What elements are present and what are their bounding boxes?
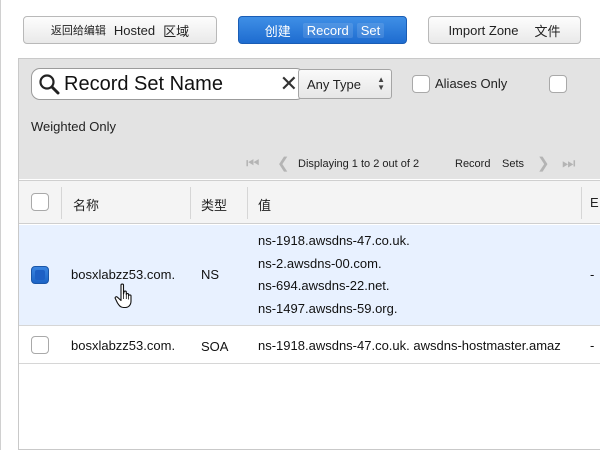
import-button-seg1: Import Zone — [448, 22, 519, 38]
back-button-seg2: Hosted — [113, 22, 156, 38]
create-record-set-button[interactable]: 创建 Record Set — [238, 16, 407, 44]
first-page-icon[interactable]: ⏮ — [246, 155, 260, 173]
pagination-status: Displaying 1 to 2 out of 2 — [298, 158, 420, 170]
pagination: ⏮ ❮ Displaying 1 to 2 out of 2 Record Se… — [19, 155, 600, 177]
last-page-icon[interactable]: ⏭ — [562, 155, 576, 173]
column-header-type[interactable]: 类型 — [201, 195, 227, 214]
table-row[interactable]: bosxlabzz53.com. SOA ns-1918.awsdns-47.c… — [19, 327, 600, 364]
aliases-only-label: Aliases Only — [435, 76, 508, 91]
column-header-name[interactable]: 名称 — [73, 195, 99, 214]
select-arrows-icon: ▲ ▼ — [377, 75, 385, 92]
record-value-line: ns-1918.awsdns-47.co.uk. — [258, 233, 410, 248]
record-value-line: ns-1918.awsdns-47.co.uk. awsdns-hostmast… — [258, 338, 561, 353]
import-button-seg2: 文件 — [534, 23, 561, 39]
pagination-sets-label: Sets — [502, 158, 525, 170]
row-checkbox[interactable] — [31, 336, 49, 354]
hand-cursor-icon — [114, 283, 132, 309]
record-type-select-value: Any Type — [307, 76, 361, 92]
record-type: SOA — [201, 339, 229, 354]
column-header-value[interactable]: 值 — [258, 195, 271, 214]
create-button-seg2: Record — [302, 22, 353, 38]
back-button-seg3: 区域 — [163, 23, 190, 39]
next-page-icon[interactable]: ❯ — [537, 155, 550, 173]
select-all-checkbox[interactable] — [31, 193, 49, 211]
record-type: NS — [201, 267, 220, 282]
record-value-line: ns-2.awsdns-00.com. — [258, 255, 382, 271]
clear-icon[interactable]: ✕ — [280, 72, 298, 96]
record-sets-panel: ✕ Any Type ▲▼ Aliases Only Weighted Only… — [18, 58, 600, 450]
search-icon — [39, 74, 60, 95]
record-value-line: ns-694.awsdns-22.net. — [258, 278, 390, 293]
create-button-seg1: 创建 — [264, 23, 291, 39]
column-divider — [247, 187, 248, 219]
record-type-select[interactable]: Any Type ▲ ▼ — [298, 69, 392, 99]
record-extra: - — [590, 338, 595, 353]
pagination-record-label: Record — [455, 158, 491, 170]
import-zone-file-button[interactable]: Import Zone 文件 — [428, 16, 581, 44]
record-value-line: ns-1497.awsdns-59.org. — [258, 300, 398, 316]
toolbar: 返回给编辑 Hosted 区域 创建 Record Set Import Zon… — [1, 0, 600, 56]
route53-record-sets-page: 返回给编辑 Hosted 区域 创建 Record Set Import Zon… — [0, 0, 600, 450]
record-name: bosxlabzz53.com. — [71, 267, 176, 282]
aliases-only-checkbox[interactable] — [412, 75, 430, 93]
create-button-seg3: Set — [356, 22, 385, 38]
record-extra: - — [590, 267, 595, 282]
record-name: bosxlabzz53.com. — [71, 338, 176, 353]
column-divider — [61, 187, 62, 219]
weighted-only-label: Weighted Only — [31, 119, 117, 134]
filter-area: ✕ Any Type ▲▼ Aliases Only Weighted Only… — [19, 59, 600, 179]
column-divider — [581, 187, 582, 219]
prev-page-icon[interactable]: ❮ — [277, 155, 290, 173]
search-box: ✕ — [31, 68, 305, 100]
column-divider — [190, 187, 191, 219]
column-header-extra[interactable]: E — [590, 195, 599, 210]
row-checkbox[interactable] — [31, 266, 49, 284]
record-values: ns-1918.awsdns-47.co.uk. ns-2.awsdns-00.… — [258, 230, 410, 320]
record-set-name-input[interactable] — [64, 72, 264, 96]
table-row[interactable]: bosxlabzz53.com. NS ns-1918.awsdns-47.co… — [19, 225, 600, 326]
table-header: 名称 类型 值 E — [19, 180, 600, 224]
back-button-seg1: 返回给编辑 — [50, 25, 106, 37]
weighted-only-checkbox[interactable] — [549, 75, 567, 93]
back-to-hosted-zones-button[interactable]: 返回给编辑 Hosted 区域 — [23, 16, 217, 44]
